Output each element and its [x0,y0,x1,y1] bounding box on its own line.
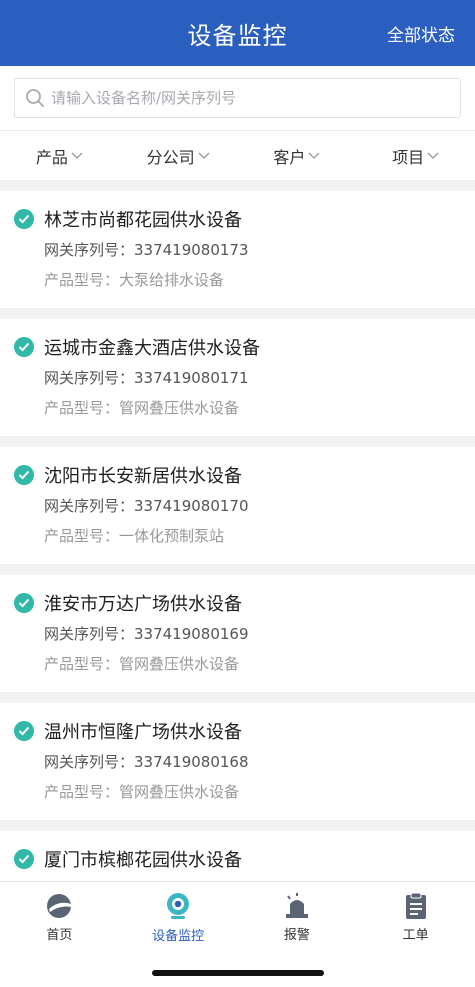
tab-label: 首页 [46,927,73,943]
tab-work-order[interactable]: 工单 [356,882,475,952]
gateway-serial: 网关序列号：337419080169 [44,625,249,643]
chevron-down-icon [198,152,210,159]
product-model: 产品型号：管网叠压供水设备 [44,655,240,673]
device-name: 厦门市槟榔花园供水设备 [44,850,242,871]
tab-label: 报警 [283,927,310,943]
gateway-serial: 网关序列号：337419080168 [44,753,249,771]
search-box[interactable] [14,78,461,118]
device-name: 淮安市万达广场供水设备 [44,594,242,615]
search-input[interactable] [51,80,460,116]
bottom-tab-bar: 首页 设备监控 报警 工单 [0,881,475,987]
device-name: 温州市恒隆广场供水设备 [44,722,242,743]
gateway-serial: 网关序列号：337419080173 [44,241,249,259]
check-icon [14,209,34,229]
tab-label: 设备监控 [152,928,205,944]
gateway-serial: 网关序列号：337419080171 [44,369,249,387]
filter-label: 项目 [392,147,425,167]
chevron-down-icon [427,152,439,159]
device-card[interactable]: 温州市恒隆广场供水设备 网关序列号：337419080168 产品型号：管网叠压… [0,703,475,820]
check-icon [14,337,34,357]
tab-label: 工单 [402,927,429,943]
alarm-icon [285,892,308,918]
search-icon [26,89,44,107]
tab-alarm[interactable]: 报警 [238,882,357,952]
filter-product[interactable]: 产品 [0,144,119,168]
device-name: 沈阳市长安新居供水设备 [44,466,242,487]
home-indicator [152,970,324,976]
filter-branch[interactable]: 分公司 [119,144,238,168]
product-model: 产品型号：管网叠压供水设备 [44,399,240,417]
device-card[interactable]: 沈阳市长安新居供水设备 网关序列号：337419080170 产品型号：一体化预… [0,447,475,564]
all-status-button[interactable]: 全部状态 [387,0,455,66]
filter-project[interactable]: 项目 [356,144,475,168]
tab-device-monitor[interactable]: 设备监控 [119,882,238,952]
search-bar [0,66,475,130]
check-icon [14,849,34,869]
page-title: 设备监控 [187,21,288,50]
filter-bar: 产品 分公司 客户 项目 [0,130,475,180]
device-name: 林芝市尚都花园供水设备 [44,210,242,231]
gateway-serial: 网关序列号：337419080170 [44,497,249,515]
device-name: 运城市金鑫大酒店供水设备 [44,338,260,359]
product-model: 产品型号：管网叠压供水设备 [44,783,240,801]
check-icon [14,593,34,613]
device-card[interactable]: 淮安市万达广场供水设备 网关序列号：337419080169 产品型号：管网叠压… [0,575,475,692]
device-card[interactable]: 运城市金鑫大酒店供水设备 网关序列号：337419080171 产品型号：管网叠… [0,319,475,436]
device-list: 林芝市尚都花园供水设备 网关序列号：337419080173 产品型号：大泵给排… [0,191,475,959]
chevron-down-icon [71,152,83,159]
work-order-icon [405,892,426,919]
filter-customer[interactable]: 客户 [238,144,357,168]
filter-label: 客户 [273,147,306,167]
monitor-icon [167,892,190,919]
chevron-down-icon [308,152,320,159]
device-card[interactable]: 林芝市尚都花园供水设备 网关序列号：337419080173 产品型号：大泵给排… [0,191,475,308]
product-model: 产品型号：大泵给排水设备 [44,271,225,289]
home-icon [47,893,72,918]
product-model: 产品型号：一体化预制泵站 [44,527,225,545]
filter-label: 分公司 [146,147,195,167]
app-header: 设备监控 全部状态 [0,0,475,66]
check-icon [14,721,34,741]
filter-label: 产品 [35,147,68,167]
check-icon [14,465,34,485]
tab-home[interactable]: 首页 [0,882,119,952]
